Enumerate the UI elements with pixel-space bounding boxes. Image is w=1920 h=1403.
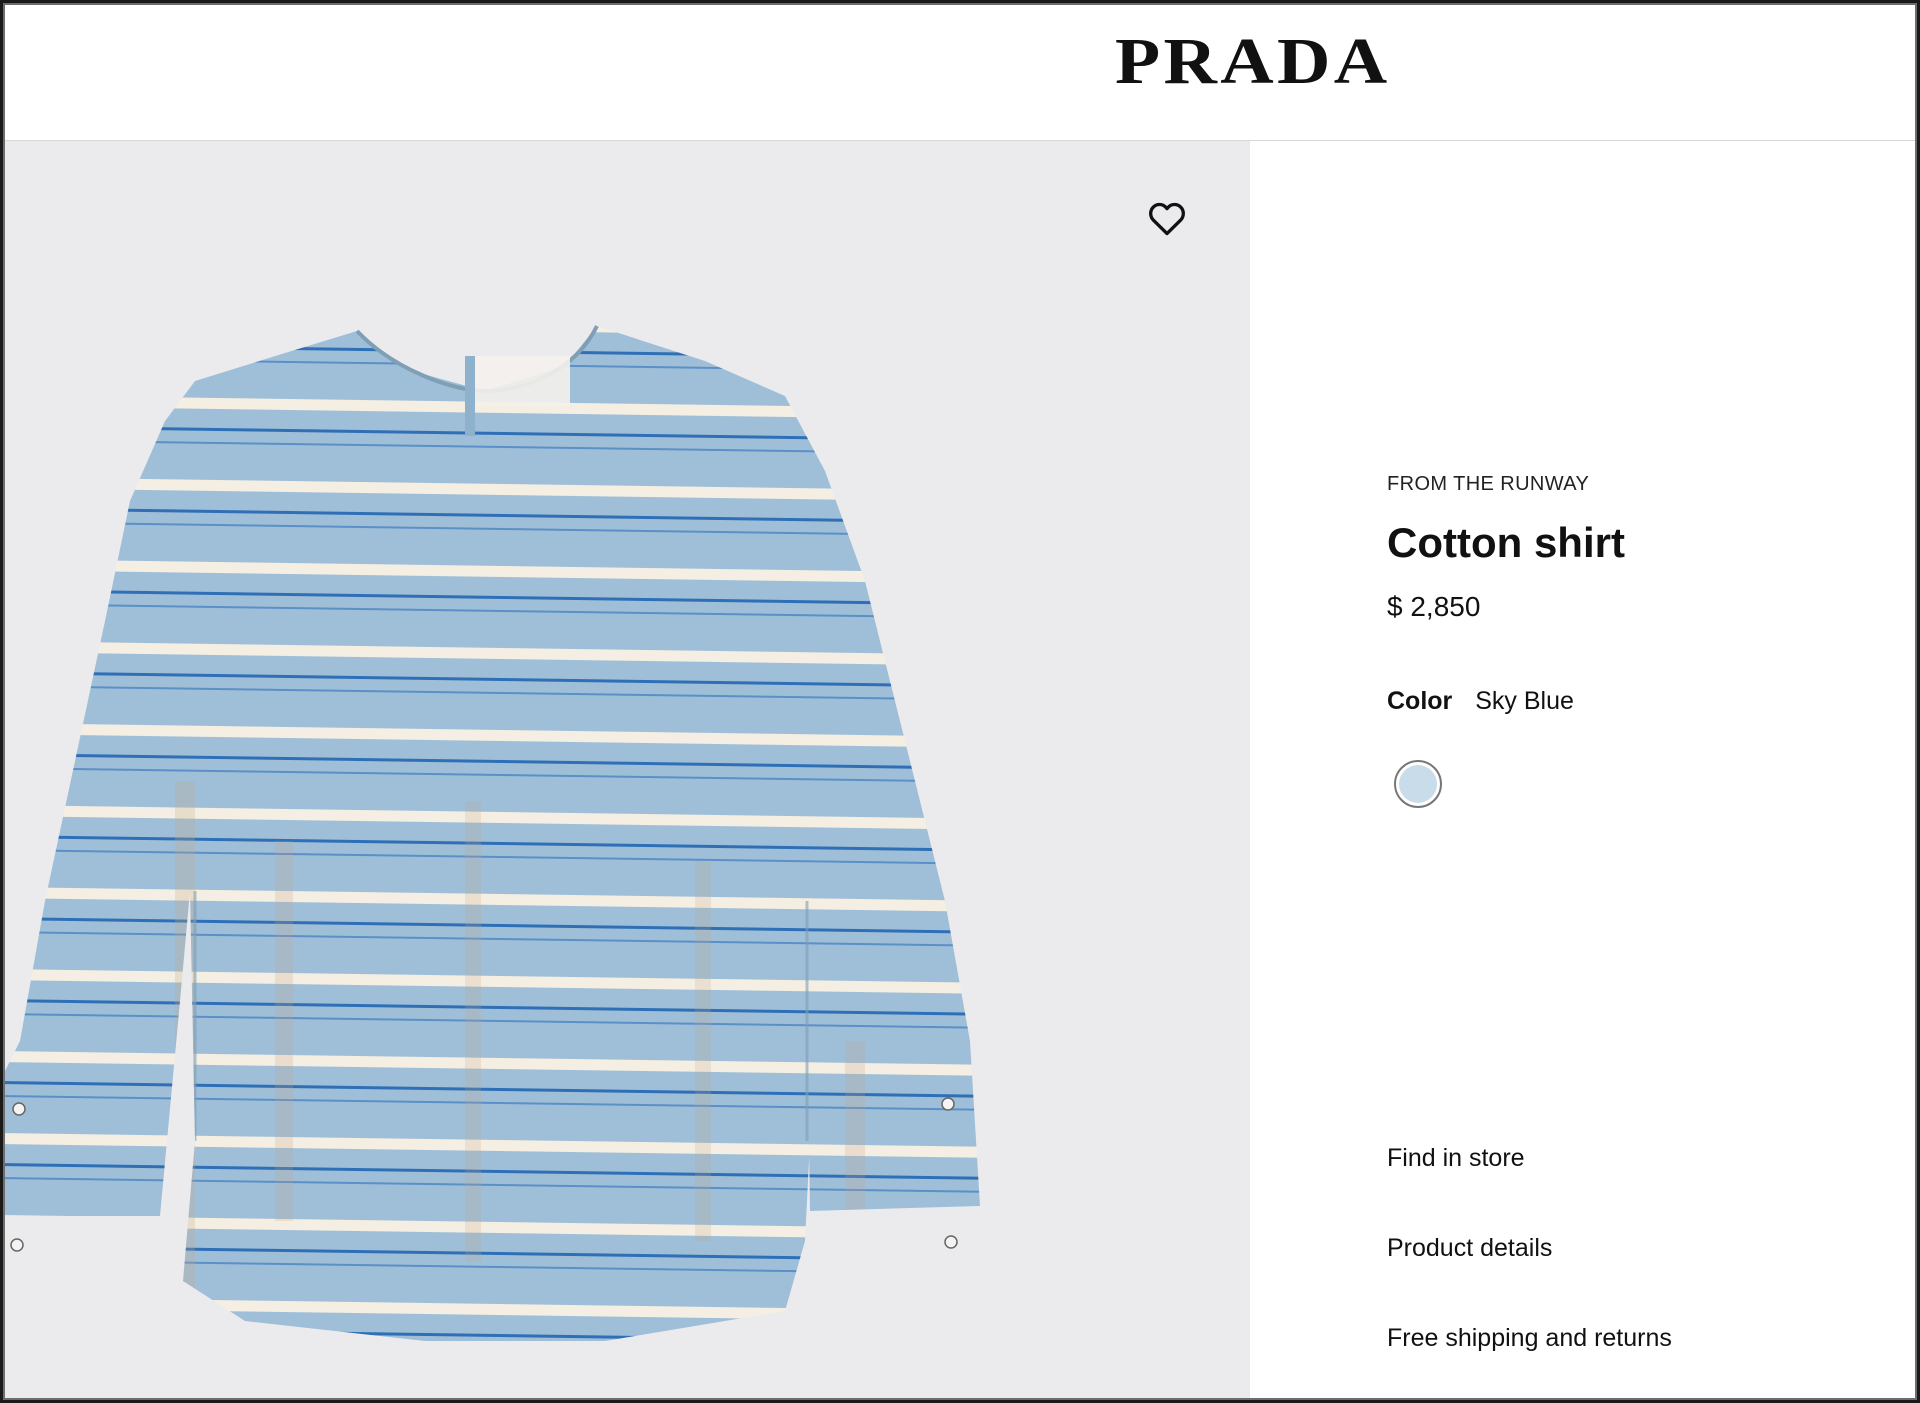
- shipping-returns-link[interactable]: Free shipping and returns: [1387, 1324, 1672, 1353]
- color-value: Sky Blue: [1475, 687, 1574, 715]
- product-image-panel: [5, 141, 1250, 1398]
- wishlist-button[interactable]: [1145, 196, 1189, 240]
- find-in-store-link[interactable]: Find in store: [1387, 1144, 1525, 1173]
- product-image: [5, 325, 980, 1341]
- browser-frame: PRADA FROM THE RUNWAY Cotton shirt $ 2,8…: [3, 3, 1917, 1400]
- runway-label: FROM THE RUNWAY: [1387, 473, 1590, 495]
- swatch-fill: [1399, 765, 1437, 803]
- product-details-link[interactable]: Product details: [1387, 1234, 1552, 1263]
- heart-outline-icon: [1149, 202, 1185, 236]
- shirt-body: [5, 326, 980, 1341]
- color-row: Color Sky Blue: [1387, 687, 1574, 716]
- color-swatch-sky-blue[interactable]: [1394, 760, 1442, 808]
- product-title: Cotton shirt: [1387, 519, 1625, 566]
- product-price: $ 2,850: [1387, 591, 1481, 622]
- brand-logo[interactable]: PRADA: [1115, 29, 1390, 95]
- color-label: Color: [1387, 687, 1453, 715]
- site-header: PRADA: [5, 5, 1915, 141]
- product-info-panel: FROM THE RUNWAY Cotton shirt $ 2,850 Col…: [1250, 141, 1915, 1398]
